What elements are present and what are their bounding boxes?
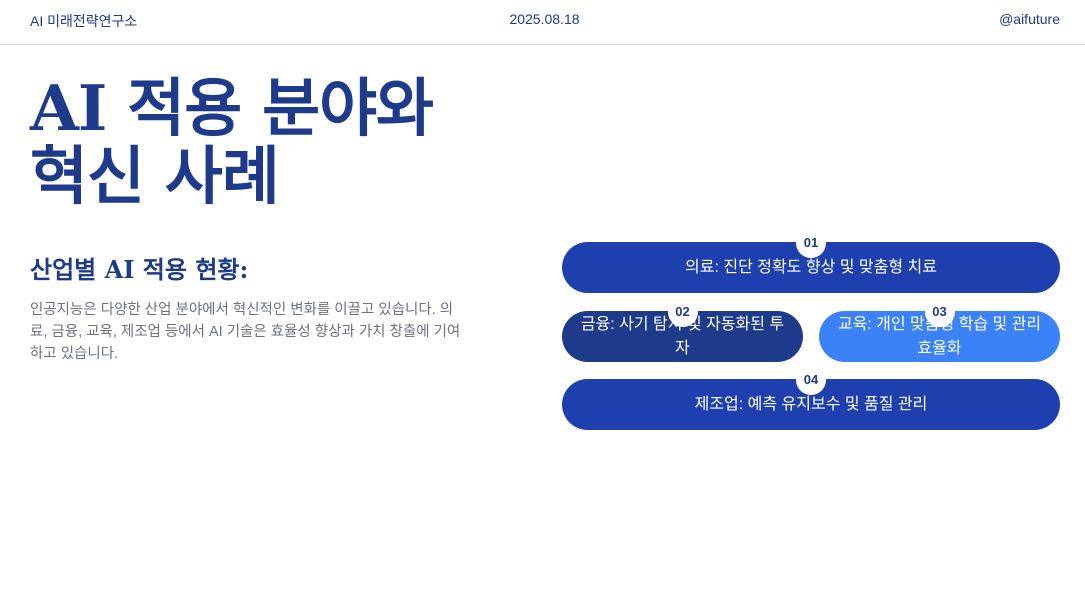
item-pill-education: 03 교육: 개인 맞춤형 학습 및 관리 효율화 xyxy=(819,297,1060,362)
item-pill-manufacturing: 04 제조업: 예측 유지보수 및 품질 관리 xyxy=(562,365,1060,430)
title-line-1: AI 적용 분야와 xyxy=(30,71,434,145)
header-bar: AI 미래전략연구소 2025.08.18 @aifuture xyxy=(0,0,1085,45)
item-pill-finance: 02 금융: 사기 탐지 및 자동화된 투자 xyxy=(562,297,803,362)
item-pill-healthcare: 01 의료: 진단 정확도 향상 및 맞춤형 치료 xyxy=(562,228,1060,293)
header-date: 2025.08.18 xyxy=(509,11,580,27)
item-label: 의료: 진단 정확도 향상 및 맞춤형 치료 xyxy=(685,258,937,276)
item-number-badge: 03 xyxy=(924,297,955,327)
page-title: AI 적용 분야와 혁신 사례 xyxy=(30,74,550,210)
item-number-badge: 04 xyxy=(796,365,826,395)
section-heading: 산업별 AI 적용 현황: xyxy=(30,255,249,284)
social-handle: @aifuture xyxy=(999,11,1060,27)
item-label: 제조업: 예측 유지보수 및 품질 관리 xyxy=(694,395,928,413)
item-number-badge: 02 xyxy=(667,297,698,327)
item-number-badge: 01 xyxy=(796,228,826,258)
title-line-2: 혁신 사례 xyxy=(30,139,280,213)
section-description: 인공지능은 다양한 산업 분야에서 혁신적인 변화를 이끌고 있습니다. 의료,… xyxy=(30,302,461,362)
